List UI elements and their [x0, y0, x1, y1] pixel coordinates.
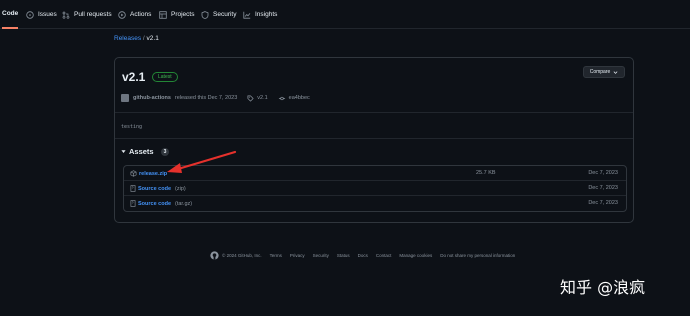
tab-security[interactable]: Security — [201, 0, 236, 29]
asset-row: release.zip 25.7 KB Dec 7, 2023 — [124, 166, 626, 181]
tab-insights[interactable]: Insights — [243, 0, 277, 29]
assets-toggle[interactable]: Assets 3 — [121, 147, 170, 156]
tab-actions-label: Actions — [130, 11, 152, 18]
asset-format: (zip) — [175, 185, 186, 192]
tab-insights-label: Insights — [255, 11, 278, 18]
avatar[interactable] — [121, 94, 129, 102]
pull-request-icon — [62, 11, 70, 19]
author-link[interactable]: github-actions — [133, 95, 171, 101]
release-title: v2.1 — [122, 70, 146, 84]
chevron-down-icon — [613, 70, 618, 74]
footer-link-contact[interactable]: Contact — [376, 253, 392, 258]
divider — [115, 112, 633, 113]
tab-issues[interactable]: Issues — [26, 0, 57, 29]
footer-link-terms[interactable]: Terms — [270, 253, 282, 258]
assets-count: 3 — [160, 147, 170, 156]
asset-row: Source code (tar.gz) Dec 7, 2023 — [124, 196, 626, 211]
issue-icon — [26, 10, 34, 19]
release-card: v2.1 Latest Compare github-actions relea… — [114, 57, 634, 223]
tab-pull-requests[interactable]: Pull requests — [62, 0, 112, 29]
compare-button[interactable]: Compare — [583, 66, 625, 78]
asset-date: Dec 7, 2023 — [588, 185, 618, 191]
footer-copyright: © 2024 GitHub, Inc. — [210, 251, 262, 260]
tab-issues-label: Issues — [38, 11, 57, 18]
file-zip-icon — [130, 185, 136, 192]
divider — [115, 138, 633, 139]
tab-security-label: Security — [213, 11, 237, 18]
breadcrumb: Releases / v2.1 — [114, 35, 159, 42]
table-icon — [159, 10, 167, 19]
footer: © 2024 GitHub, Inc. Terms Privacy Securi… — [210, 251, 515, 260]
release-description: testing — [121, 124, 143, 130]
footer-link-privacy[interactable]: Privacy — [290, 253, 305, 258]
asset-date: Dec 7, 2023 — [588, 200, 618, 206]
graph-icon — [243, 11, 251, 19]
footer-link-do-not-share[interactable]: Do not share my personal information — [440, 253, 515, 258]
release-meta: github-actions released this Dec 7, 2023… — [121, 94, 310, 102]
compare-label: Compare — [589, 69, 611, 75]
asset-link[interactable]: release.zip — [130, 170, 167, 177]
commit-sha: ea4bbec — [288, 95, 310, 101]
watermark: 知乎 @浪疯 — [560, 278, 646, 297]
asset-size: 25.7 KB — [476, 170, 496, 176]
asset-link[interactable]: Source code (zip) — [130, 185, 186, 192]
asset-row: Source code (zip) Dec 7, 2023 — [124, 181, 626, 196]
latest-badge: Latest — [152, 72, 178, 82]
package-icon — [130, 170, 137, 177]
tag-label: v2.1 — [257, 95, 268, 101]
tab-projects-label: Projects — [171, 11, 195, 18]
copyright-text: © 2024 GitHub, Inc. — [222, 253, 262, 258]
breadcrumb-current: v2.1 — [146, 35, 159, 42]
shield-icon — [201, 10, 209, 19]
file-zip-icon — [130, 200, 136, 207]
release-commit[interactable]: ea4bbec — [278, 95, 310, 102]
released-text: released this Dec 7, 2023 — [174, 95, 238, 101]
footer-link-security[interactable]: Security — [313, 253, 329, 258]
assets-title: Assets — [129, 147, 154, 156]
asset-name: Source code — [138, 185, 172, 192]
tab-actions[interactable]: Actions — [118, 0, 151, 29]
asset-link[interactable]: Source code (tar.gz) — [130, 200, 192, 207]
asset-format: (tar.gz) — [175, 200, 193, 207]
release-tag[interactable]: v2.1 — [247, 95, 268, 102]
repo-nav: Code Issues Pull requests Actions Projec… — [0, 0, 690, 29]
commit-icon — [278, 96, 285, 100]
tag-icon — [247, 95, 254, 102]
asset-date: Dec 7, 2023 — [588, 170, 618, 176]
tab-projects[interactable]: Projects — [159, 0, 194, 29]
breadcrumb-separator: / — [142, 35, 145, 42]
play-icon — [118, 10, 126, 19]
tab-code[interactable]: Code — [2, 0, 19, 29]
footer-link-cookies[interactable]: Manage cookies — [399, 253, 432, 258]
footer-link-docs[interactable]: Docs — [358, 253, 368, 258]
asset-name: release.zip — [139, 170, 168, 177]
breadcrumb-releases-link[interactable]: Releases — [114, 35, 141, 42]
tab-code-label: Code — [2, 10, 19, 17]
github-logo-icon[interactable] — [210, 251, 219, 260]
assets-list: release.zip 25.7 KB Dec 7, 2023 Source c… — [123, 165, 627, 212]
asset-name: Source code — [138, 200, 172, 207]
triangle-down-icon — [121, 150, 126, 153]
tab-pull-requests-label: Pull requests — [74, 11, 112, 18]
footer-link-status[interactable]: Status — [337, 253, 350, 258]
